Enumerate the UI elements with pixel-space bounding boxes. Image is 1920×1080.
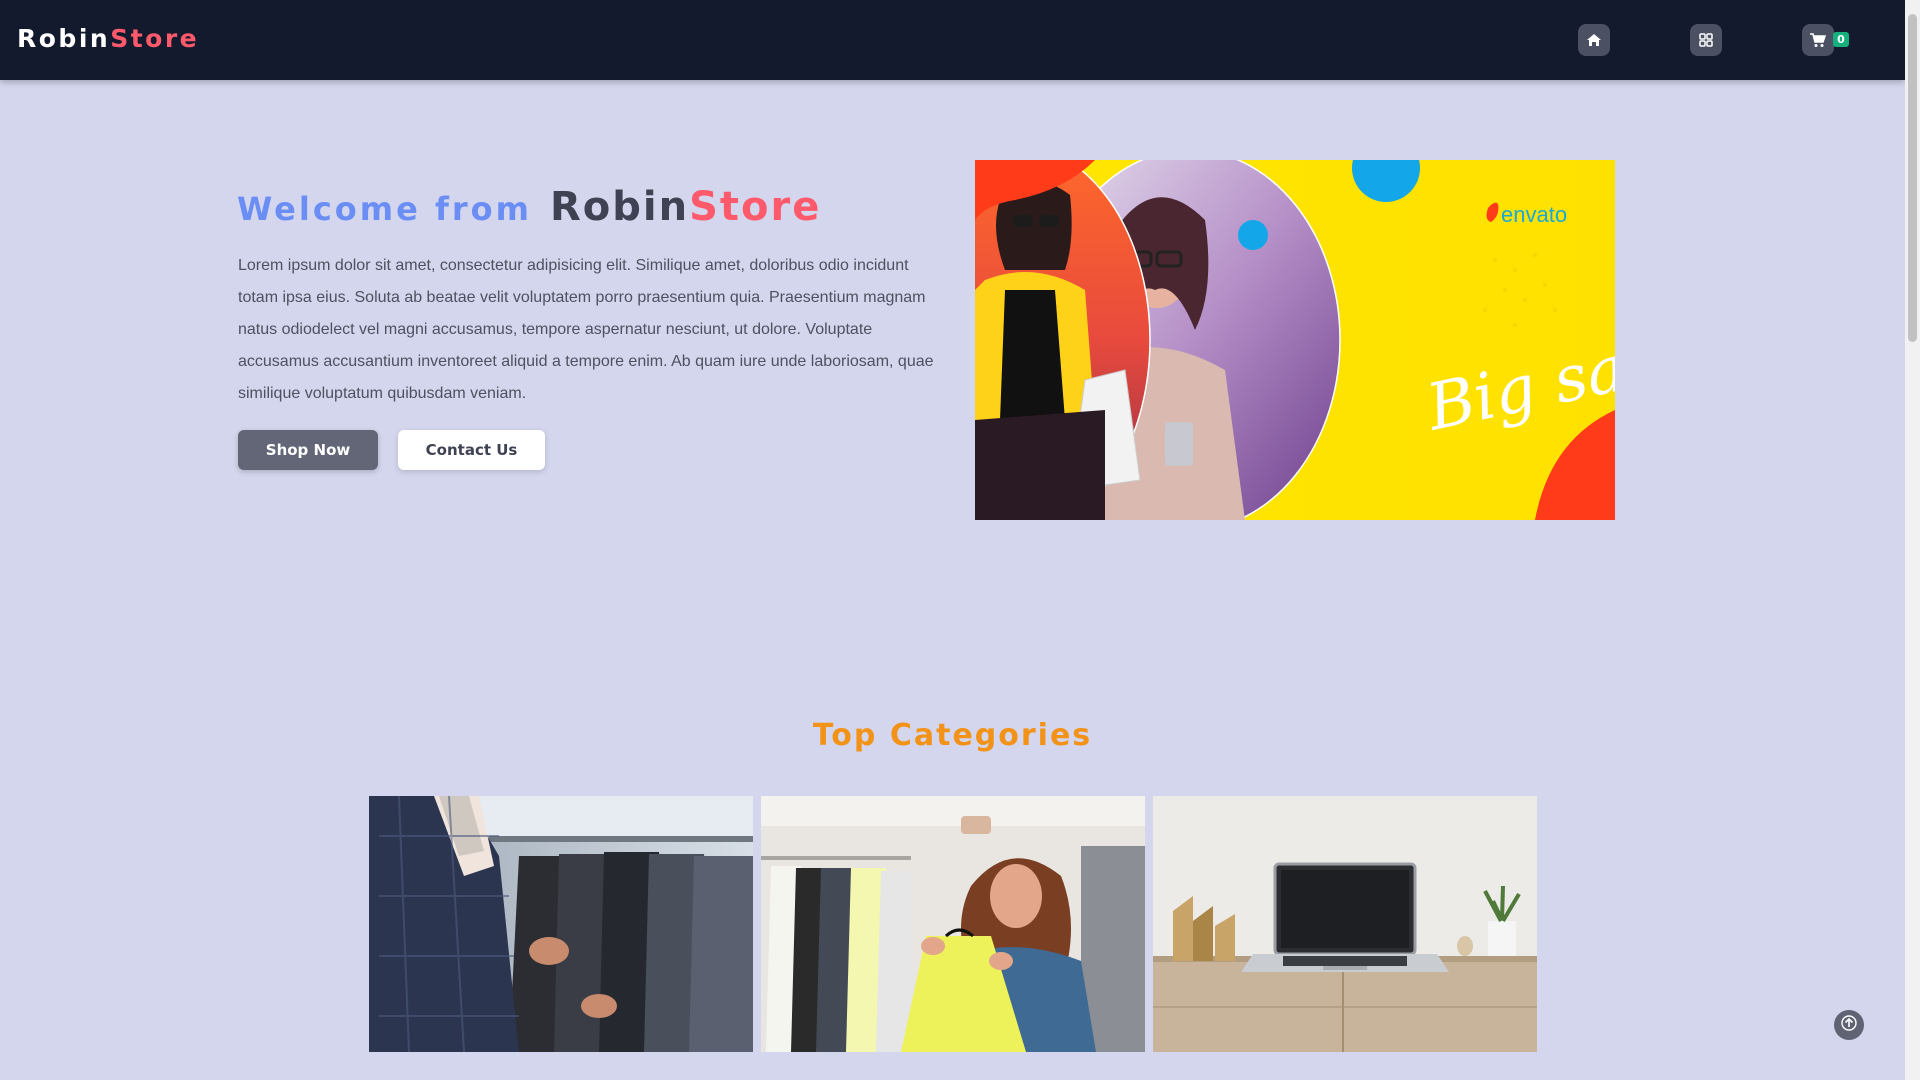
scrollbar-thumb[interactable] bbox=[1908, 14, 1917, 342]
brand-part2: Store bbox=[110, 24, 200, 53]
shop-now-button[interactable]: Shop Now bbox=[238, 430, 378, 470]
brand-part1: Robin bbox=[17, 24, 111, 53]
svg-text:envato: envato bbox=[1501, 202, 1567, 227]
cart-count-badge: 0 bbox=[1833, 32, 1849, 47]
category-card-electronics[interactable] bbox=[1153, 796, 1537, 1052]
categories-button[interactable] bbox=[1690, 24, 1722, 56]
grid-icon bbox=[1699, 33, 1713, 47]
arrow-up-icon bbox=[1841, 1015, 1857, 1035]
categories-title: Top Categories bbox=[812, 718, 1093, 753]
cart-icon bbox=[1810, 32, 1826, 48]
category-card-men-clothing[interactable] bbox=[369, 796, 753, 1052]
hero-description: Lorem ipsum dolor sit amet, consectetur … bbox=[238, 257, 934, 402]
hero-banner-image: envato Big sal bbox=[975, 160, 1615, 520]
hero-brand-part1: Robin bbox=[550, 184, 690, 230]
brand-logo[interactable]: RobinStore bbox=[17, 24, 199, 53]
category-card-women-clothing[interactable] bbox=[761, 796, 1145, 1052]
home-icon bbox=[1586, 33, 1602, 47]
hero-welcome: Welcome from bbox=[237, 190, 532, 228]
cart-button[interactable] bbox=[1802, 24, 1834, 56]
hero-title: Welcome from RobinStore bbox=[237, 184, 821, 230]
home-button[interactable] bbox=[1578, 24, 1610, 56]
page-scrollbar[interactable] bbox=[1905, 0, 1920, 1080]
navbar: RobinStore 0 bbox=[0, 0, 1905, 80]
hero-brand-part2: Store bbox=[689, 184, 822, 230]
contact-us-button[interactable]: Contact Us bbox=[398, 430, 545, 470]
back-to-top-button[interactable] bbox=[1834, 1010, 1864, 1040]
